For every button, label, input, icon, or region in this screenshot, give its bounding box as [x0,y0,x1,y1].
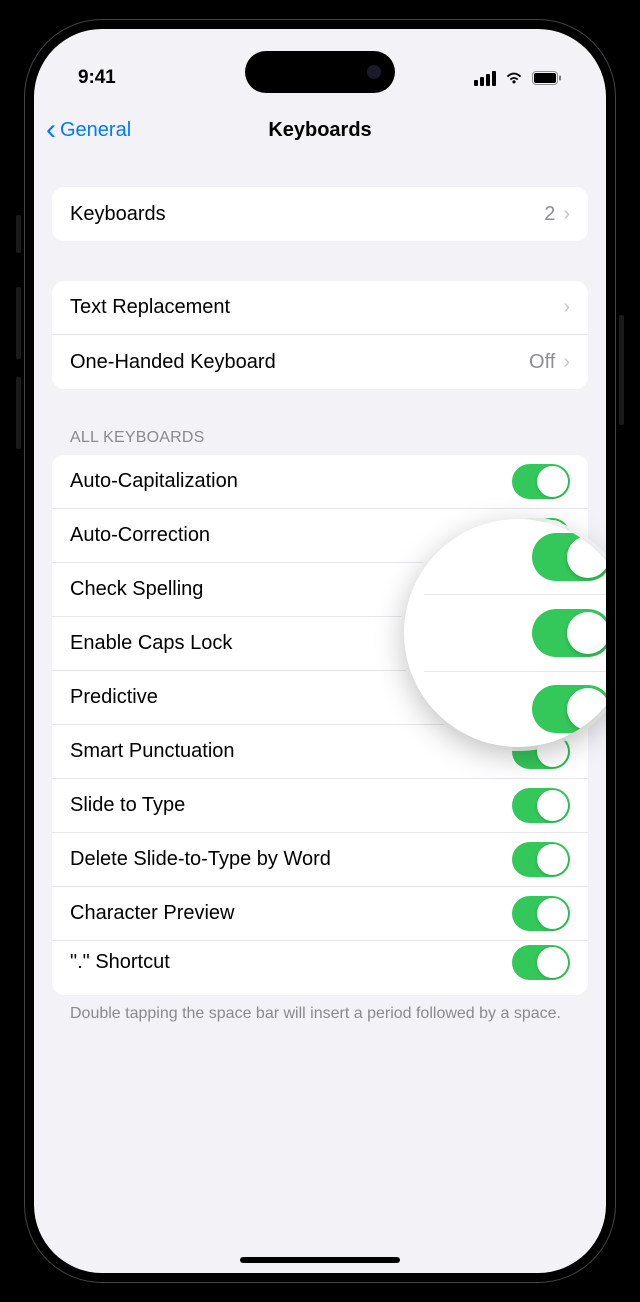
silent-switch [16,215,21,253]
delete-slide-to-type-toggle[interactable] [512,842,570,877]
character-preview-row: Character Preview [52,887,588,941]
magnified-toggle-icon [532,609,606,657]
one-handed-keyboard-row[interactable]: One-Handed Keyboard Off › [52,335,588,389]
status-time: 9:41 [78,67,116,89]
period-shortcut-toggle[interactable] [512,945,570,980]
row-label: Auto-Capitalization [70,470,512,493]
footer-note: Double tapping the space bar will insert… [52,995,588,1025]
screen: 9:41 ‹ General Keyboards [34,29,606,1273]
row-label: Delete Slide-to-Type by Word [70,848,512,871]
slide-to-type-row: Slide to Type [52,779,588,833]
cellular-signal-icon [474,71,496,86]
page-title: Keyboards [268,119,371,142]
chevron-left-icon: ‹ [46,115,56,145]
battery-icon [532,71,562,85]
power-button [619,315,624,425]
auto-capitalization-toggle[interactable] [512,464,570,499]
back-button[interactable]: ‹ General [46,115,131,145]
magnified-toggle-icon [532,533,606,581]
row-value: Off [529,351,555,374]
magnified-toggle-icon [532,685,606,733]
section-header-all-keyboards: ALL KEYBOARDS [52,429,588,455]
volume-up-button [16,287,21,359]
slide-to-type-toggle[interactable] [512,788,570,823]
character-preview-toggle[interactable] [512,896,570,931]
text-options-group: Text Replacement › One-Handed Keyboard O… [52,281,588,389]
back-label: General [60,119,131,142]
phone-frame: 9:41 ‹ General Keyboards [20,15,620,1287]
text-replacement-row[interactable]: Text Replacement › [52,281,588,335]
wifi-icon [504,71,524,86]
row-label: "." Shortcut [70,951,512,974]
auto-capitalization-row: Auto-Capitalization [52,455,588,509]
keyboards-row[interactable]: Keyboards 2 › [52,187,588,241]
row-label: Keyboards [70,203,544,226]
dynamic-island [245,51,395,93]
period-shortcut-row: "." Shortcut [52,941,588,995]
row-label: Slide to Type [70,794,512,817]
volume-down-button [16,377,21,449]
chevron-right-icon: › [563,351,570,374]
delete-slide-to-type-row: Delete Slide-to-Type by Word [52,833,588,887]
chevron-right-icon: › [563,203,570,226]
home-indicator[interactable] [240,1257,400,1263]
row-label: One-Handed Keyboard [70,351,529,374]
status-indicators [474,71,562,86]
row-label: Character Preview [70,902,512,925]
chevron-right-icon: › [563,296,570,319]
row-value: 2 [544,203,555,226]
navigation-bar: ‹ General Keyboards [34,103,606,157]
magnifier-overlay [404,519,606,747]
keyboards-group: Keyboards 2 › [52,187,588,241]
row-label: Text Replacement [70,296,563,319]
